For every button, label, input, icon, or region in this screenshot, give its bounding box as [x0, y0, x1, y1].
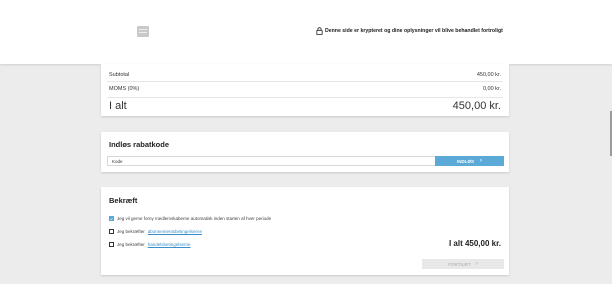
- lock-icon: [316, 27, 323, 35]
- checkmark-icon: [110, 217, 113, 220]
- vat-label: MOMS (0%): [109, 86, 140, 92]
- trade-terms-prefix: Jeg bekræfter: [117, 242, 145, 247]
- subtotal-value: 450,00 kr.: [476, 72, 501, 78]
- order-summary-card: Subtotal 450,00 kr. MOMS (0%) 0,00 kr. I…: [101, 64, 509, 116]
- subtotal-row: Subtotal 450,00 kr.: [109, 68, 501, 82]
- discount-code-card: Indløs rabatkode INDLØS ›: [101, 132, 509, 172]
- subscription-terms-link[interactable]: abonnementsbetingelserne: [148, 229, 202, 234]
- auto-renew-option: Jeg vil gerne forny medlemskaberne autom…: [109, 216, 271, 221]
- subscription-terms-prefix: Jeg bekræfter: [117, 229, 145, 234]
- chevron-right-icon: ›: [475, 261, 478, 267]
- auto-renew-label: Jeg vil gerne forny medlemskaberne autom…: [117, 216, 272, 221]
- vat-row: MOMS (0%) 0,00 kr.: [109, 82, 501, 96]
- continue-button[interactable]: FORTSÆT ›: [422, 259, 504, 269]
- security-notice-text: Denne side er krypteret og dine oplysnin…: [325, 28, 503, 34]
- trade-terms-option: Jeg bekræfter handelsbetingelserne: [109, 242, 191, 247]
- grand-total: I alt 450,00 kr.: [448, 239, 501, 248]
- trade-terms-checkbox[interactable]: [109, 242, 114, 247]
- discount-title: Indløs rabatkode: [109, 140, 170, 149]
- confirm-title: Bekræft: [109, 196, 138, 205]
- vat-value: 0,00 kr.: [482, 86, 501, 92]
- auto-renew-checkbox[interactable]: [109, 216, 114, 221]
- total-value: 450,00 kr.: [452, 100, 501, 112]
- security-notice: Denne side er krypteret og dine oplysnin…: [316, 27, 503, 35]
- trade-terms-link[interactable]: handelsbetingelserne: [148, 242, 191, 247]
- subtotal-label: Subtotal: [109, 72, 130, 78]
- chevron-right-icon: ›: [480, 158, 482, 164]
- page-header: Denne side er krypteret og dine oplysnin…: [0, 0, 612, 64]
- subscription-terms-option: Jeg bekræfter abonnementsbetingelserne: [109, 229, 202, 234]
- apply-discount-button[interactable]: INDLØS ›: [435, 156, 504, 166]
- confirm-card: Bekræft Jeg vil gerne forny medlemskaber…: [101, 187, 509, 275]
- logo-placeholder-icon: [137, 26, 149, 37]
- total-row: I alt 450,00 kr.: [109, 98, 501, 114]
- discount-code-input[interactable]: [107, 156, 437, 166]
- continue-label: FORTSÆT: [448, 261, 471, 267]
- total-label: I alt: [109, 100, 127, 112]
- subscription-terms-checkbox[interactable]: [109, 229, 114, 234]
- apply-discount-label: INDLØS: [456, 158, 474, 164]
